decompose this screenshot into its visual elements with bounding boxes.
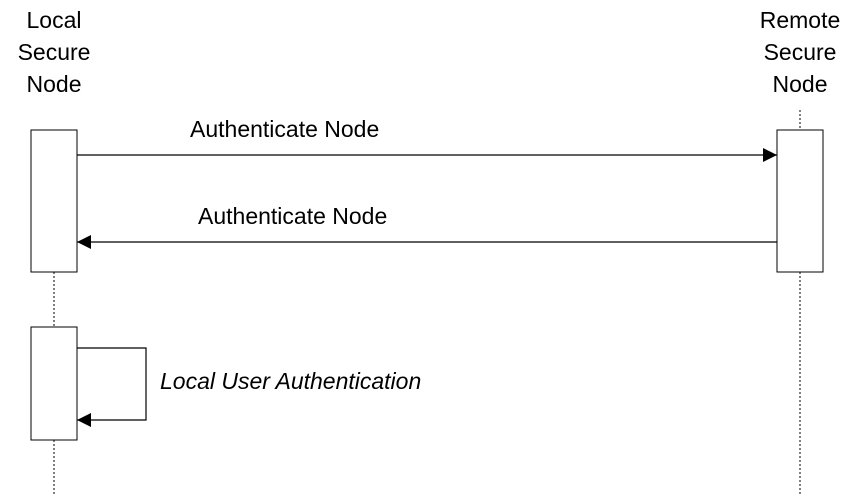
activation-local-1 [30, 129, 78, 273]
self-message-label: Local User Authentication [160, 368, 422, 394]
activation-local-2 [30, 326, 78, 441]
self-message-arrow [77, 347, 147, 427]
message-label-2: Authenticate Node [198, 203, 388, 229]
participant-local-label: Local Secure Node [17, 7, 91, 97]
diagram-graphics [30, 110, 824, 495]
sequence-diagram: Local Secure Node Remote Secure Node Aut… [0, 0, 852, 495]
participant-remote-label: Remote Secure Node [759, 7, 841, 97]
activation-remote-1 [776, 129, 824, 273]
message-label-1: Authenticate Node [190, 116, 380, 142]
